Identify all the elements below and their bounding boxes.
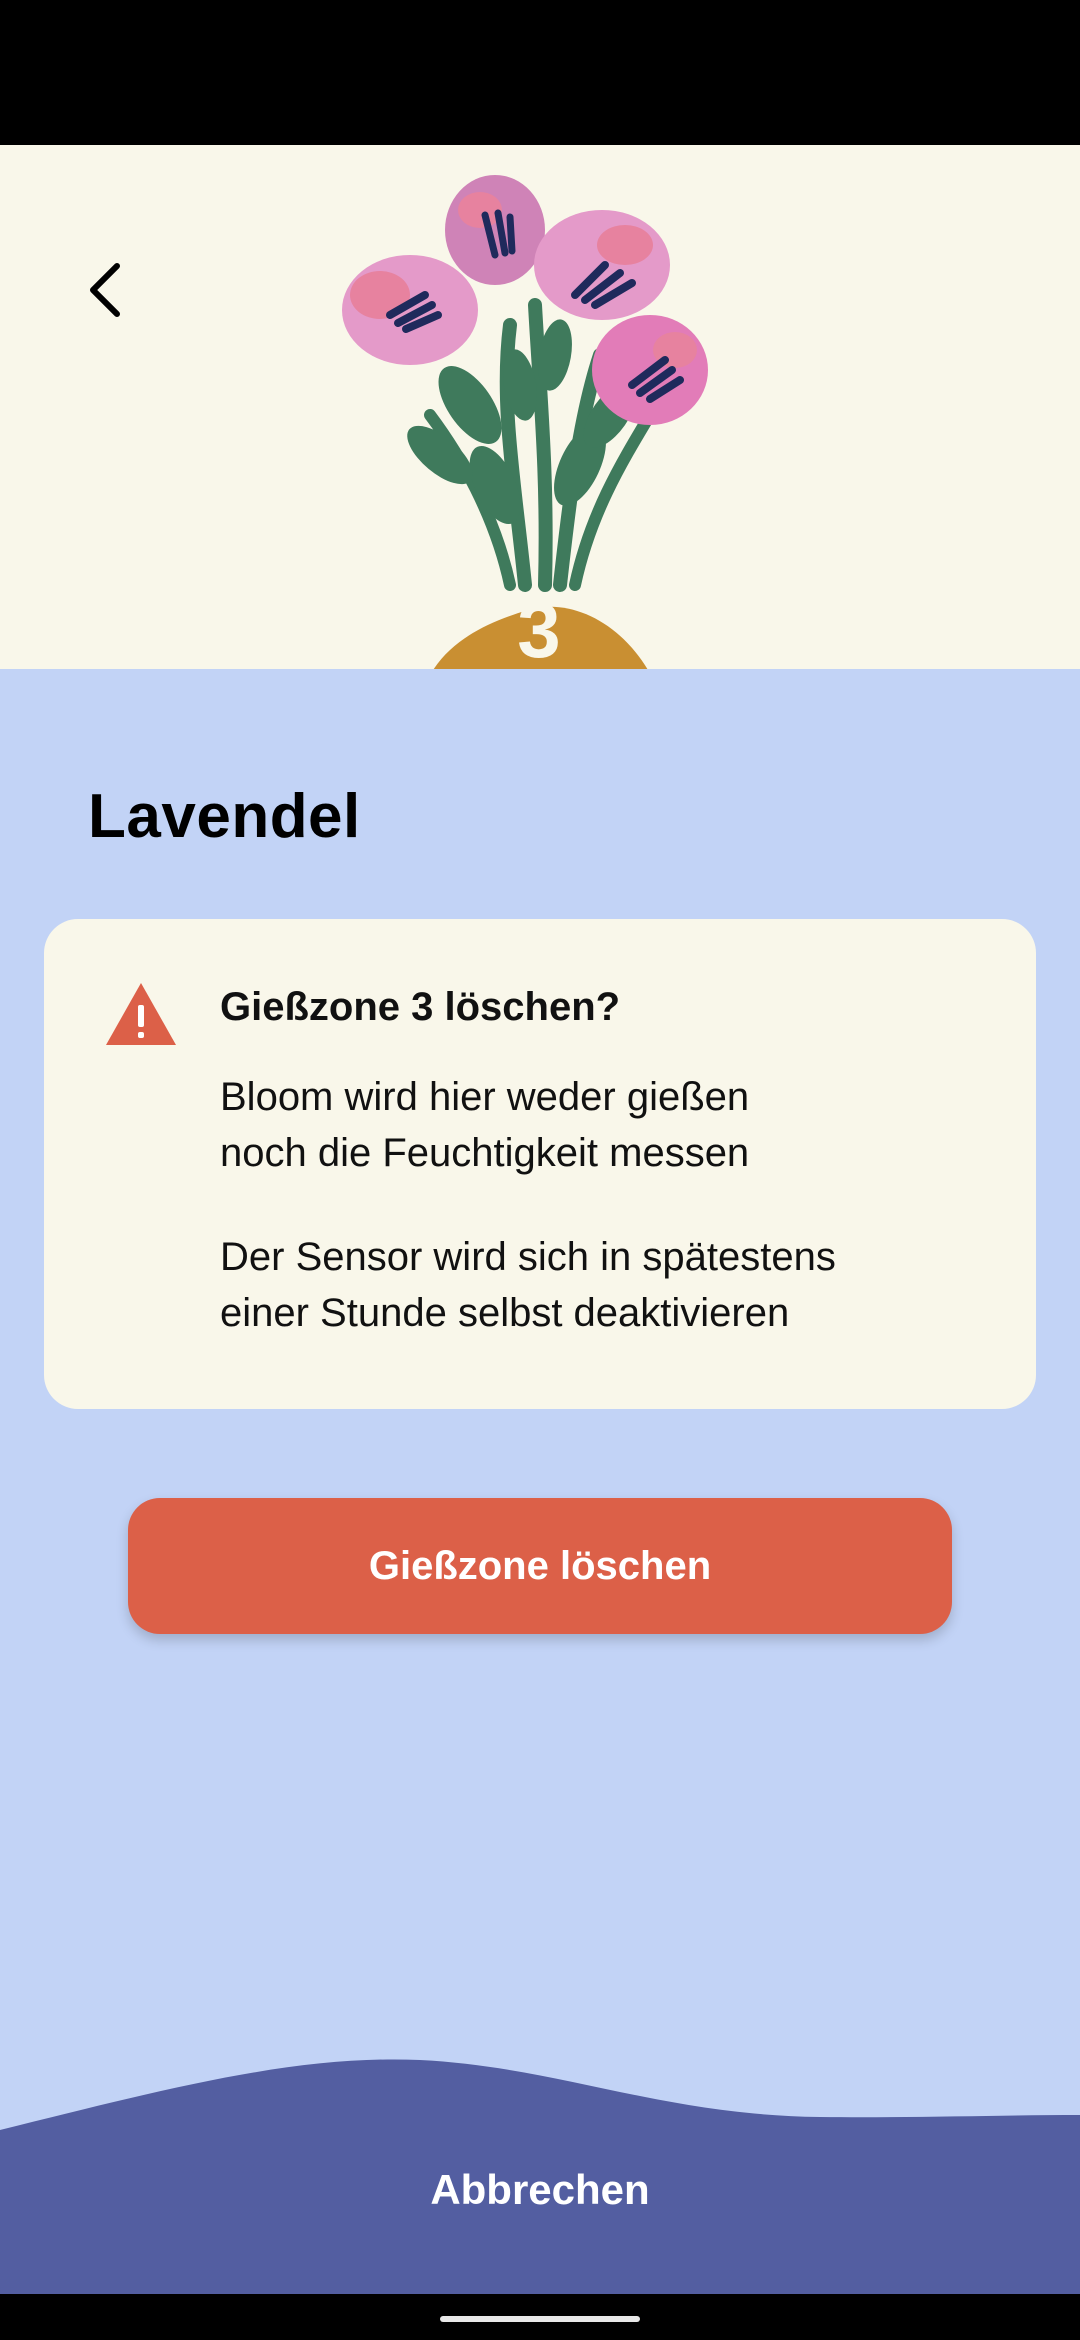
plant-header: 3 xyxy=(0,145,1080,669)
delete-zone-button[interactable]: Gießzone löschen xyxy=(128,1498,952,1634)
system-nav-bar xyxy=(0,2294,1080,2340)
warning-text-sensor: Der Sensor wird sich in spätestens einer… xyxy=(220,1235,836,1335)
warning-text-watering: Bloom wird hier weder gießen noch die Fe… xyxy=(220,1075,750,1175)
delete-warning-card: Gießzone 3 löschen? Bloom wird hier wede… xyxy=(44,919,1036,1409)
back-button[interactable] xyxy=(70,255,140,325)
warning-title: Gießzone 3 löschen? xyxy=(220,985,621,1029)
zone-number: 3 xyxy=(517,586,561,669)
cancel-button[interactable]: Abbrechen xyxy=(340,2150,740,2230)
home-indicator[interactable] xyxy=(440,2316,640,2322)
status-bar xyxy=(0,0,1080,145)
chevron-left-icon xyxy=(90,263,120,317)
plant-name-title: Lavendel xyxy=(88,782,361,851)
warning-triangle-icon xyxy=(106,983,176,1045)
